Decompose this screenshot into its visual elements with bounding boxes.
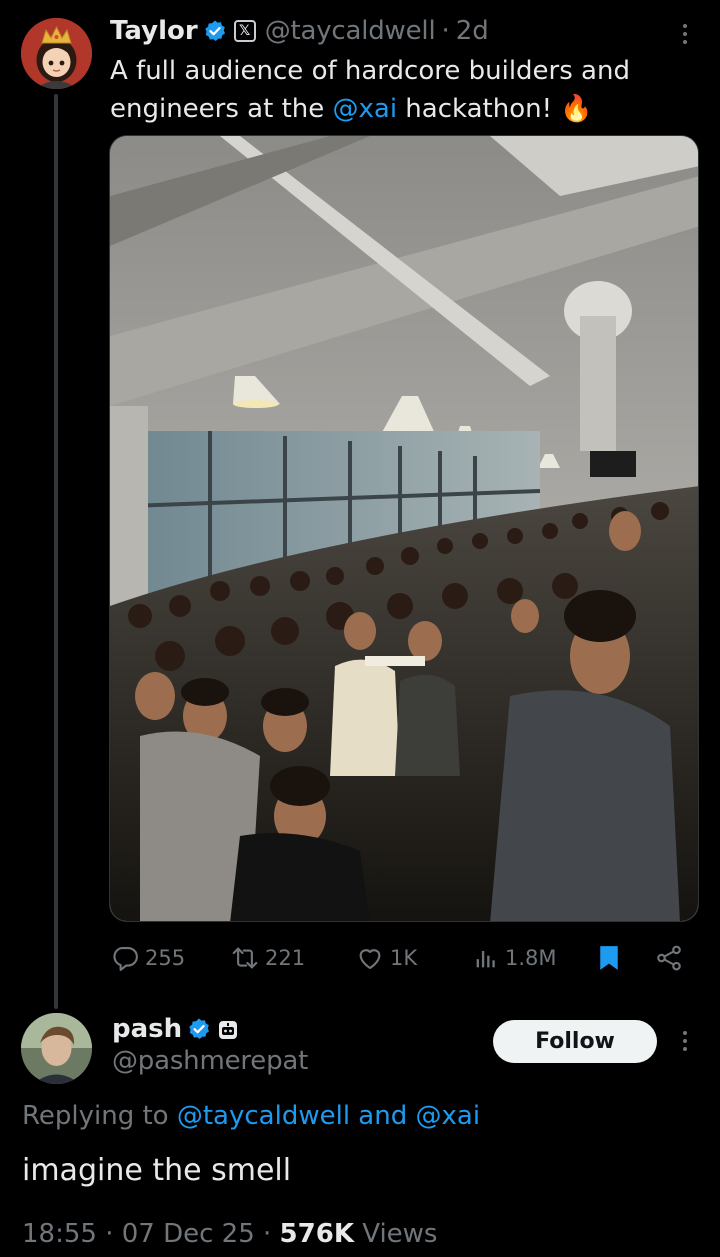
tweet-photo[interactable] <box>109 135 699 922</box>
follow-button[interactable]: Follow <box>493 1020 657 1063</box>
reply-author-handle[interactable]: @pashmerepat <box>112 1046 308 1076</box>
reply-author-name[interactable]: pash <box>112 1014 182 1044</box>
parent-tweet[interactable]: Taylor 𝕏 @taycaldwell · 2d A full audien… <box>0 0 720 1009</box>
reply-button[interactable]: 255 <box>110 938 185 978</box>
author-name[interactable]: Taylor <box>110 16 198 46</box>
reply-metadata: 18:55 · 07 Dec 25 · 576K Views <box>22 1219 437 1249</box>
author-avatar[interactable] <box>21 18 92 89</box>
replying-to-line: Replying to @taycaldwell and @xai <box>22 1101 480 1131</box>
share-icon <box>654 943 684 973</box>
repost-count: 221 <box>265 946 306 970</box>
tweet-header: Taylor 𝕏 @taycaldwell · 2d <box>110 14 489 48</box>
more-icon[interactable] <box>675 19 695 49</box>
reply-time[interactable]: 18:55 <box>22 1219 97 1249</box>
views-button[interactable]: 1.8M <box>472 938 557 978</box>
thread-connector-line <box>54 94 58 1009</box>
bookmark-button[interactable] <box>594 938 624 978</box>
like-count: 1K <box>390 946 418 970</box>
more-icon[interactable] <box>675 1026 695 1056</box>
repost-icon <box>230 943 260 973</box>
reply-author-avatar[interactable] <box>21 1013 92 1084</box>
separator-dot: · <box>105 1219 114 1249</box>
like-icon <box>355 943 385 973</box>
mention-link[interactable]: @xai <box>333 94 398 124</box>
reply-author-row: pash <box>112 1011 239 1047</box>
bookmark-icon <box>594 943 624 973</box>
separator-dot: · <box>263 1219 272 1249</box>
reply-text: imagine the smell <box>22 1153 292 1188</box>
share-button[interactable] <box>654 938 684 978</box>
separator-dot: · <box>441 16 450 46</box>
reply-date[interactable]: 07 Dec 25 <box>122 1219 255 1249</box>
tweet-time[interactable]: 2d <box>456 16 489 46</box>
tweet-actions: 255 221 1K 1.8M <box>0 938 720 978</box>
bot-badge-icon <box>217 1018 239 1040</box>
reply-views-label: Views <box>362 1219 438 1249</box>
tweet-text-part: hackathon! 🔥 <box>397 94 593 124</box>
reply-view-count: 576K <box>279 1219 354 1249</box>
photo-of-hackathon-audience-icon <box>110 136 698 921</box>
mention-link[interactable]: @taycaldwell <box>177 1101 350 1131</box>
repost-button[interactable]: 221 <box>230 938 305 978</box>
replying-and: and <box>350 1101 416 1131</box>
mention-link[interactable]: @xai <box>416 1101 481 1131</box>
replying-prefix: Replying to <box>22 1101 177 1131</box>
tweet-text: A full audience of hardcore builders and… <box>110 52 700 128</box>
verified-badge-icon <box>203 19 227 43</box>
verified-badge-icon <box>187 1017 211 1041</box>
author-handle[interactable]: @taycaldwell <box>265 16 436 46</box>
like-button[interactable]: 1K <box>355 938 417 978</box>
view-count: 1.8M <box>505 946 557 970</box>
x-affiliation-icon: 𝕏 <box>233 20 256 42</box>
reply-icon <box>110 943 140 973</box>
views-icon <box>472 943 500 973</box>
reply-count: 255 <box>145 946 186 970</box>
